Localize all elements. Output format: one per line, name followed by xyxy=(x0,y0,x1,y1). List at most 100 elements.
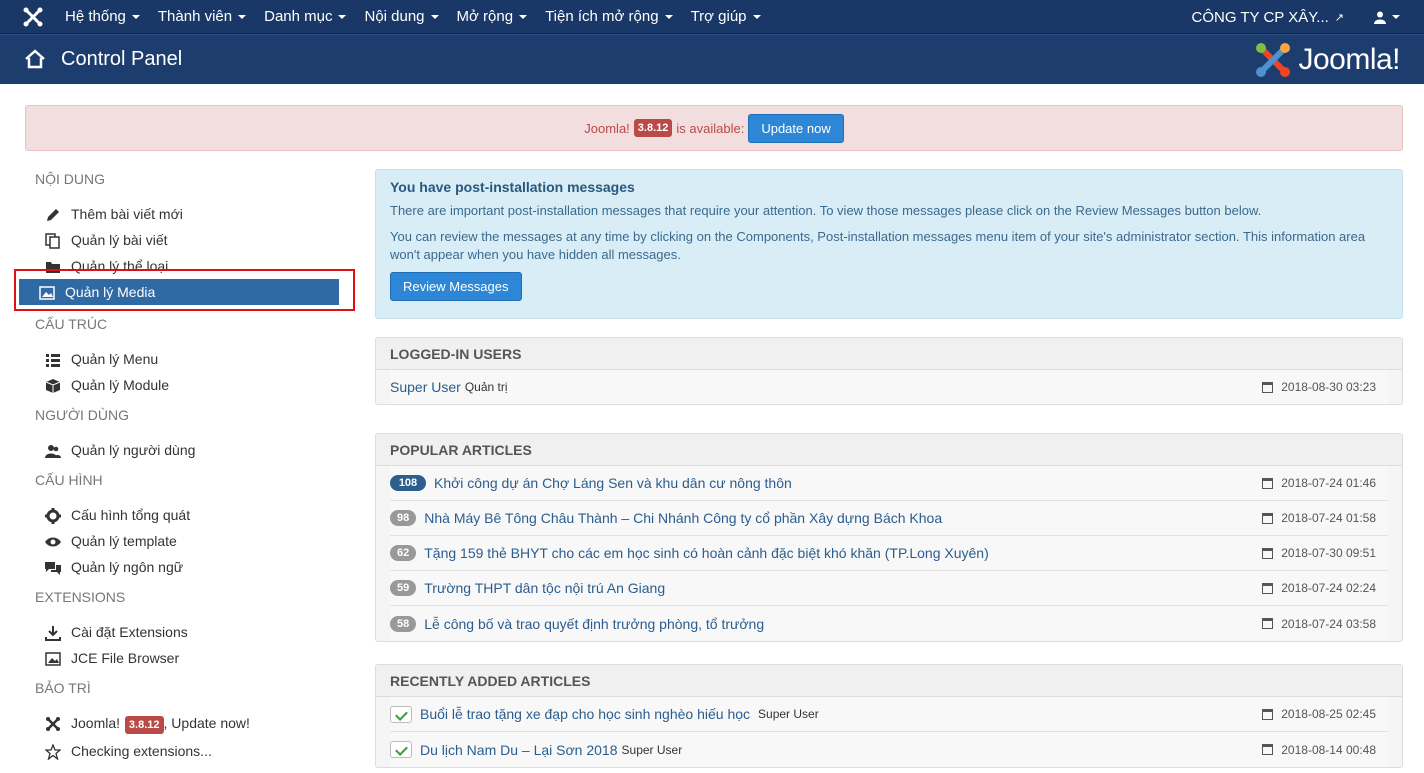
download-icon xyxy=(45,626,61,641)
sidebar-item-articles[interactable]: Quản lý bài viết xyxy=(25,227,355,253)
published-check-icon[interactable] xyxy=(390,741,412,758)
brand-text: Joomla! xyxy=(1298,43,1400,76)
sidebar-item-jce-file-browser[interactable]: JCE File Browser xyxy=(25,645,355,671)
published-check-icon[interactable] xyxy=(390,705,412,723)
joomla-icon xyxy=(46,717,60,731)
article-date: 2018-08-14 00:48 xyxy=(1262,743,1376,757)
hits-badge: 98 xyxy=(390,510,417,526)
list-icon xyxy=(46,354,60,367)
caret-down-icon xyxy=(1392,15,1400,19)
article-link[interactable]: Trường THPT dân tộc nội trú An Giang xyxy=(424,580,665,596)
article-date: 2018-07-24 01:46 xyxy=(1262,476,1376,490)
caret-down-icon xyxy=(752,15,761,20)
article-author: Super User xyxy=(758,707,819,721)
table-row: Du lịch Nam Du – Lại Sơn 2018 Super User… xyxy=(390,732,1388,767)
sidebar-item-new-article[interactable]: Thêm bài viết mới xyxy=(25,201,355,227)
article-date: 2018-07-24 01:58 xyxy=(1262,511,1376,525)
section-title-config: CẤU HÌNH xyxy=(35,472,103,488)
table-row: Buổi lễ trao tặng xe đạp cho học sinh ng… xyxy=(390,697,1388,732)
article-link[interactable]: Tặng 159 thẻ BHYT cho các em học sinh có… xyxy=(424,545,989,561)
menu-system[interactable]: Hệ thống xyxy=(56,0,149,34)
article-date: 2018-07-24 02:24 xyxy=(1262,581,1376,595)
user-role: Quản trị xyxy=(464,380,508,394)
update-prefix: Joomla! xyxy=(584,120,630,136)
calendar-icon xyxy=(1262,381,1274,393)
calendar-icon xyxy=(1262,512,1274,524)
update-now-button[interactable]: Update now xyxy=(748,113,844,143)
section-title-maintenance: BẢO TRÌ xyxy=(35,680,91,696)
caret-down-icon xyxy=(238,15,247,20)
article-date: 2018-08-25 02:45 xyxy=(1262,707,1376,721)
main-menu: Hệ thống Thành viên Danh mục Nội dung Mở… xyxy=(56,0,770,34)
sidebar-item-languages[interactable]: Quản lý ngôn ngữ xyxy=(25,554,355,580)
menu-help[interactable]: Trợ giúp xyxy=(682,0,770,34)
hits-badge: 58 xyxy=(390,615,417,632)
update-suffix: is available: xyxy=(676,120,745,136)
cube-icon xyxy=(45,379,61,393)
caret-down-icon xyxy=(430,15,439,20)
menu-menus[interactable]: Danh mục xyxy=(255,0,355,34)
menu-components[interactable]: Mở rộng xyxy=(448,0,537,34)
calendar-icon xyxy=(1262,618,1274,629)
article-link[interactable]: Nhà Máy Bê Tông Châu Thành – Chi Nhánh C… xyxy=(424,510,942,526)
eye-icon xyxy=(45,537,61,547)
recent-articles-panel: RECENTLY ADDED ARTICLES Buổi lễ trao tặn… xyxy=(375,664,1403,768)
table-row: 98 Nhà Máy Bê Tông Châu Thành – Chi Nhán… xyxy=(390,501,1388,536)
table-row: 59 Trường THPT dân tộc nội trú An Giang … xyxy=(390,571,1388,606)
update-alert: Joomla! 3.8.12 is available: Update now xyxy=(25,105,1403,151)
table-row: 58 Lễ công bố và trao quyết định trưởng … xyxy=(390,606,1388,641)
image-icon xyxy=(45,652,61,666)
user-link[interactable]: Super User xyxy=(390,379,461,395)
copy-icon xyxy=(45,233,60,249)
page-title: Control Panel xyxy=(61,48,183,70)
user-menu[interactable] xyxy=(1374,11,1400,24)
calendar-icon xyxy=(1262,708,1274,720)
sidebar: NỘI DUNG Thêm bài viết mới Quản lý bài v… xyxy=(19,168,355,764)
hits-badge: 62 xyxy=(390,545,417,561)
version-badge: 3.8.12 xyxy=(633,119,673,137)
pencil-icon xyxy=(47,209,59,221)
highlight-annotation-box xyxy=(14,269,355,311)
sidebar-item-global-config[interactable]: Cấu hình tổng quát xyxy=(25,502,355,528)
sidebar-item-menus[interactable]: Quản lý Menu xyxy=(25,346,355,372)
sidebar-item-templates[interactable]: Quản lý template xyxy=(25,528,355,554)
article-link[interactable]: Du lịch Nam Du – Lại Sơn 2018 xyxy=(420,742,618,758)
review-messages-button[interactable]: Review Messages xyxy=(390,272,522,301)
menu-extensions[interactable]: Tiện ích mở rộng xyxy=(536,0,682,34)
postinstall-title: You have post-installation messages xyxy=(390,179,635,195)
joomla-logo-icon[interactable] xyxy=(22,6,44,28)
menu-users[interactable]: Thành viên xyxy=(149,0,255,34)
article-date: 2018-07-30 09:51 xyxy=(1262,546,1376,560)
caret-down-icon xyxy=(519,15,528,20)
hits-badge: 108 xyxy=(390,475,426,491)
section-title-users: NGƯỜI DÙNG xyxy=(35,407,129,423)
sidebar-item-users[interactable]: Quản lý người dùng xyxy=(25,437,355,463)
sidebar-item-joomla-update[interactable]: Joomla! 3.8.12, Update now! xyxy=(25,710,355,736)
section-title-extensions: EXTENSIONS xyxy=(35,589,126,605)
menu-content[interactable]: Nội dung xyxy=(355,0,447,34)
sidebar-item-checking-extensions[interactable]: Checking extensions... xyxy=(25,738,355,764)
site-name-link[interactable]: CÔNG TY CP XÂY... xyxy=(1192,9,1329,26)
calendar-icon xyxy=(1262,547,1274,559)
user-icon xyxy=(1374,11,1386,24)
section-title-structure: CẤU TRÚC xyxy=(35,316,108,332)
article-date: 2018-07-24 03:58 xyxy=(1262,617,1376,631)
calendar-icon xyxy=(1262,744,1274,755)
postinstall-message-box: You have post-installation messages Ther… xyxy=(375,169,1403,319)
comments-icon xyxy=(45,562,61,575)
popular-articles-panel: POPULAR ARTICLES 108 Khởi công dự án Chợ… xyxy=(375,433,1403,642)
panel-title: RECENTLY ADDED ARTICLES xyxy=(376,665,1402,697)
users-icon xyxy=(45,445,61,458)
table-row: 108 Khởi công dự án Chợ Láng Sen và khu … xyxy=(390,466,1388,501)
article-link[interactable]: Buổi lễ trao tặng xe đạp cho học sinh ng… xyxy=(420,706,750,722)
article-link[interactable]: Khởi công dự án Chợ Láng Sen và khu dân … xyxy=(434,475,792,491)
page-header: Control Panel Joomla! xyxy=(0,34,1424,84)
article-link[interactable]: Lễ công bố và trao quyết định trưởng phò… xyxy=(424,616,764,632)
star-icon xyxy=(45,744,61,760)
sidebar-item-modules[interactable]: Quản lý Module xyxy=(25,372,355,398)
caret-down-icon xyxy=(131,15,140,20)
sidebar-item-install-extensions[interactable]: Cài đặt Extensions xyxy=(25,619,355,645)
article-author: Super User xyxy=(621,742,683,757)
external-link-icon[interactable]: ↗ xyxy=(1335,11,1344,24)
gear-icon xyxy=(45,508,61,524)
